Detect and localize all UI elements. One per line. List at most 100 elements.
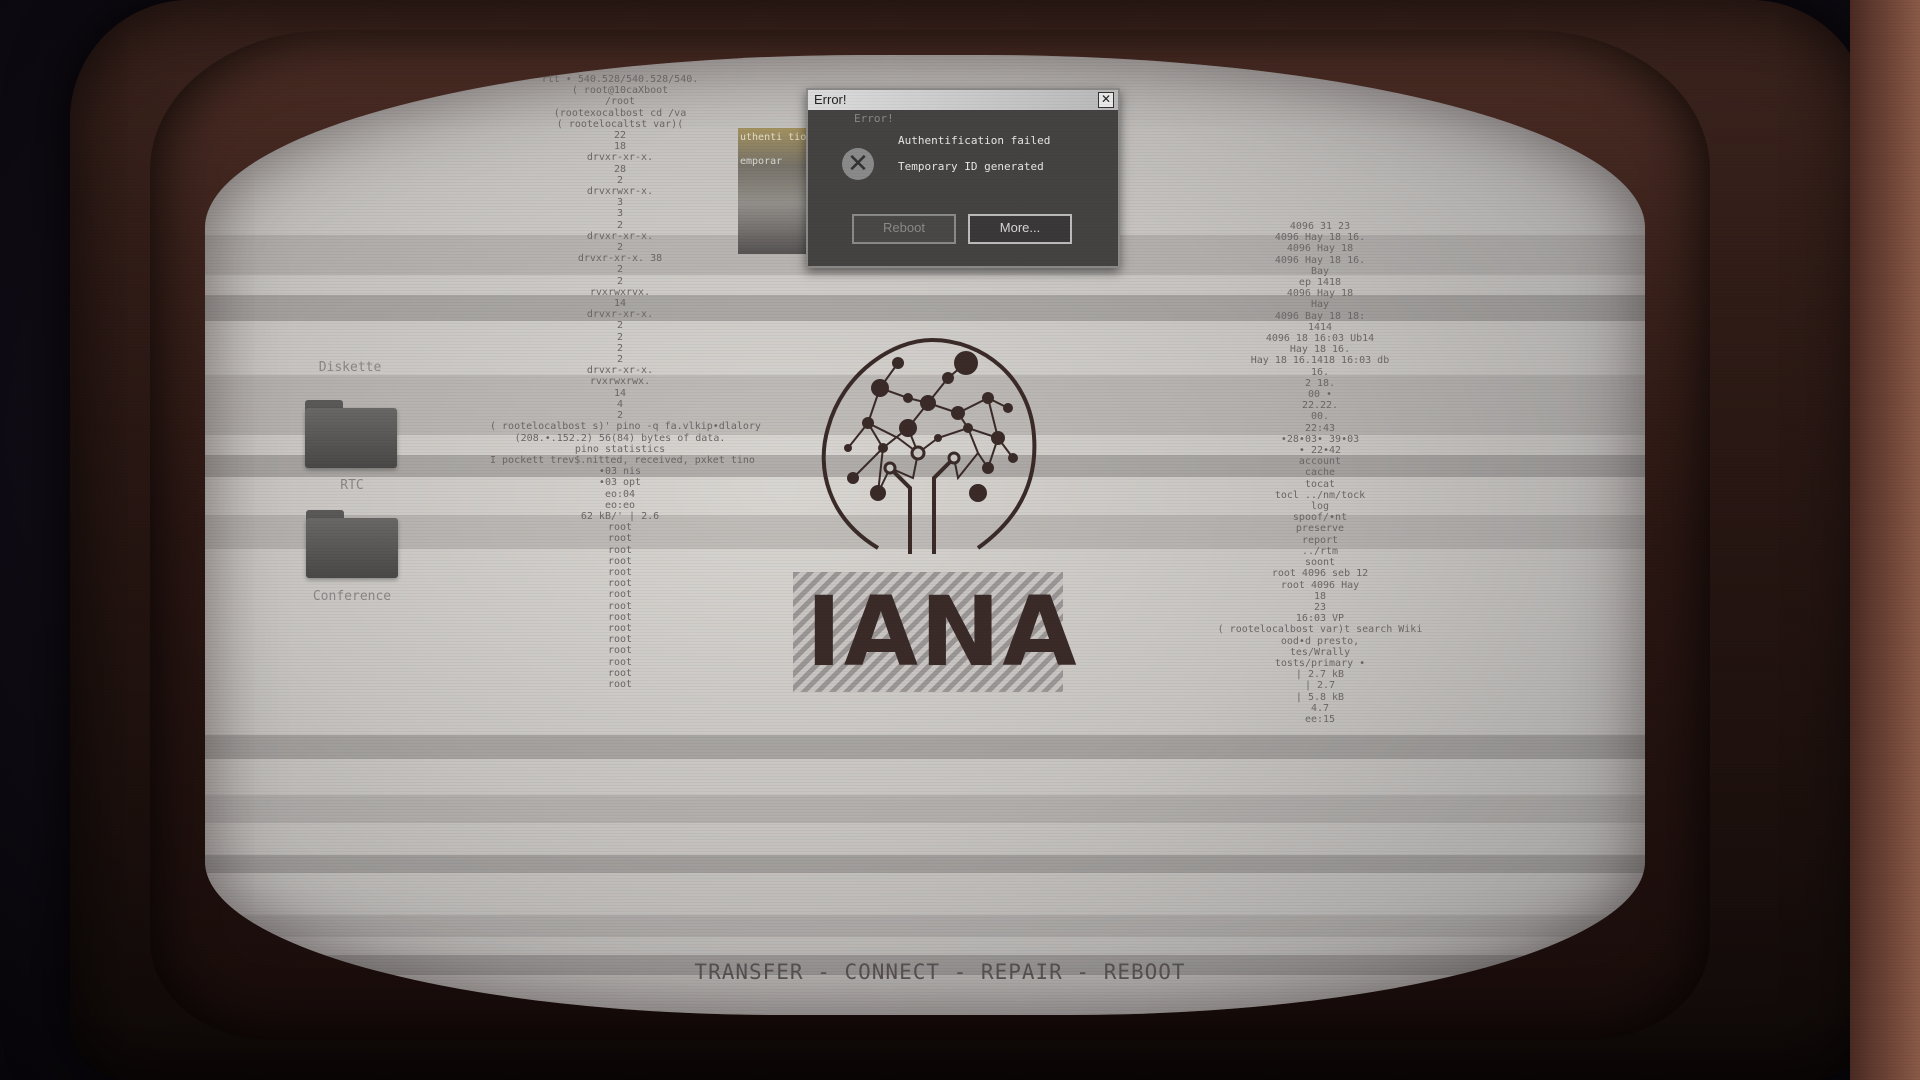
terminal-line: Hay [1310,299,1330,311]
terminal-line: tosts/primary • [1274,657,1366,669]
terminal-line: cache [1304,467,1336,479]
terminal-line: ( root@10caXboot [571,85,669,97]
desktop-icon-label[interactable]: Conference [292,589,412,604]
terminal-line: root [607,656,633,668]
terminal-line: 2 [616,242,624,254]
terminal-line: 2 [616,219,624,231]
terminal-line: 18 [613,141,627,153]
terminal-line: 4096 31 23 [1289,221,1351,232]
terminal-line: 14 [613,387,627,399]
terminal-line: root [607,589,633,601]
terminal-line: soont [1304,557,1336,569]
terminal-line: 4096 Hay 18 [1286,243,1354,255]
terminal-line: eo:04 [604,488,636,500]
error-x-icon: ✕ [842,148,874,180]
terminal-line: drvxr-xr-x. [586,230,654,242]
terminal-line: root [607,611,633,623]
terminal-line: 2 [616,331,624,343]
terminal-line: tocl ../nm/tock [1274,489,1366,501]
terminal-line: root [607,600,633,612]
terminal-line: •03 opt [598,477,642,489]
ghost-text: emporar [740,156,783,167]
desktop-icon-label[interactable]: RTC [292,478,412,493]
terminal-output-left: rtt • 540.528/540.528/540.( root@10caXbo… [490,74,761,690]
conference-folder-icon[interactable] [306,510,398,578]
terminal-line: root [607,522,633,534]
terminal-line: | 2.7 [1304,680,1336,692]
ghost-text: Error! [854,112,894,125]
terminal-line: ( rootelocalbost var)t search Wiki [1217,624,1423,636]
terminal-line: ood•d presto, [1280,635,1360,647]
terminal-line: /root [604,96,636,108]
terminal-line: root [607,566,633,578]
terminal-line: root [607,622,633,634]
terminal-line: tocat [1304,478,1336,490]
terminal-line: I pockett trev$.nitted, received, pxket … [490,454,755,466]
terminal-line: rvxrwxrvx. [589,286,651,298]
terminal-line: (rootexocalbost cd /va [553,107,687,119]
terminal-line: 3 [616,208,624,220]
terminal-line: root [607,678,633,690]
terminal-line: 2 18. [1304,377,1336,389]
terminal-line: ( rootelocaltst var)( [556,118,684,130]
glitch-band [205,735,1645,759]
terminal-line: 23 [1313,601,1327,613]
terminal-line: 2 [616,410,624,422]
terminal-line: pino statistics [574,443,666,455]
terminal-line: 00. [1310,411,1330,423]
terminal-line: (208.•.152.2) 56(84) bytes of data. [514,432,726,444]
terminal-line: 4 [616,398,624,410]
terminal-line: log [1310,501,1330,513]
terminal-line: 2 [616,174,624,186]
terminal-line: root [607,544,633,556]
terminal-line: • 22•42 [1298,445,1342,457]
terminal-line: 00 • [1307,389,1333,401]
terminal-line: Bay [1310,265,1330,277]
terminal-line: •03 nis [598,466,642,478]
terminal-line: 14 [613,298,627,310]
terminal-line: report [1301,534,1339,546]
terminal-line: 4096 Hay 18 [1286,288,1354,300]
glitch-band [205,855,1645,873]
terminal-line: 2 [616,342,624,354]
dialog-title: Error! [814,92,847,107]
brain-circuit-icon [821,337,1037,554]
terminal-line: 22 [613,130,627,142]
error-dialog: Error! ✕ Error! ✕ Authentification faile… [806,88,1120,268]
dialog-titlebar[interactable]: Error! ✕ [808,90,1118,110]
terminal-line: Hay 18 16.1418 16:03 db [1250,355,1390,367]
terminal-line: 28 [613,163,627,175]
terminal-line: Hay 18 16. [1289,344,1351,356]
terminal-line: ( rootelocalbost s)' pino -q fa.vlkip•dl… [490,421,761,433]
glitch-band [205,915,1645,937]
desktop-icon-label: Diskette [318,360,382,375]
terminal-line: 4096 Hay 18 16. [1274,254,1366,266]
terminal-line: root [607,555,633,567]
rtc-folder-icon[interactable] [305,400,397,468]
terminal-line: rvxrwxrwx. [589,376,651,388]
terminal-line: root 4096 Hay [1280,579,1360,591]
desktop-icon-diskette[interactable]: Diskette [290,360,410,375]
bottom-menu[interactable]: TRANSFER - CONNECT - REPAIR - REBOOT [560,960,1320,984]
terminal-line: 16. [1310,366,1330,378]
terminal-line: 22.22. [1301,400,1339,412]
terminal-line: tes/Wrally [1289,646,1351,658]
terminal-line: 4096 Hay 18 16. [1274,232,1366,244]
glitch-band [205,795,1645,823]
terminal-line: 4.7 [1310,702,1330,714]
terminal-line: drvxr-xr-x. [586,152,654,164]
terminal-line: ep 1418 [1298,277,1342,289]
terminal-line: rtt • 540.528/540.528/540. [541,74,699,85]
terminal-line: | 5.8 kB [1295,691,1345,703]
terminal-line: 2 [616,354,624,366]
terminal-line: ee:15 [1304,713,1336,725]
terminal-line: 4096 Bay 18 18: [1274,310,1366,322]
close-icon[interactable]: ✕ [1098,92,1114,108]
terminal-line: 18 [1313,590,1327,602]
terminal-line: drvxr-xr-x. [586,365,654,377]
more-button[interactable]: More... [968,214,1072,244]
terminal-line: account [1298,456,1342,468]
reboot-button[interactable]: Reboot [852,214,956,244]
terminal-line: eo:eo [604,499,636,511]
terminal-line: 22:43 [1304,422,1336,434]
